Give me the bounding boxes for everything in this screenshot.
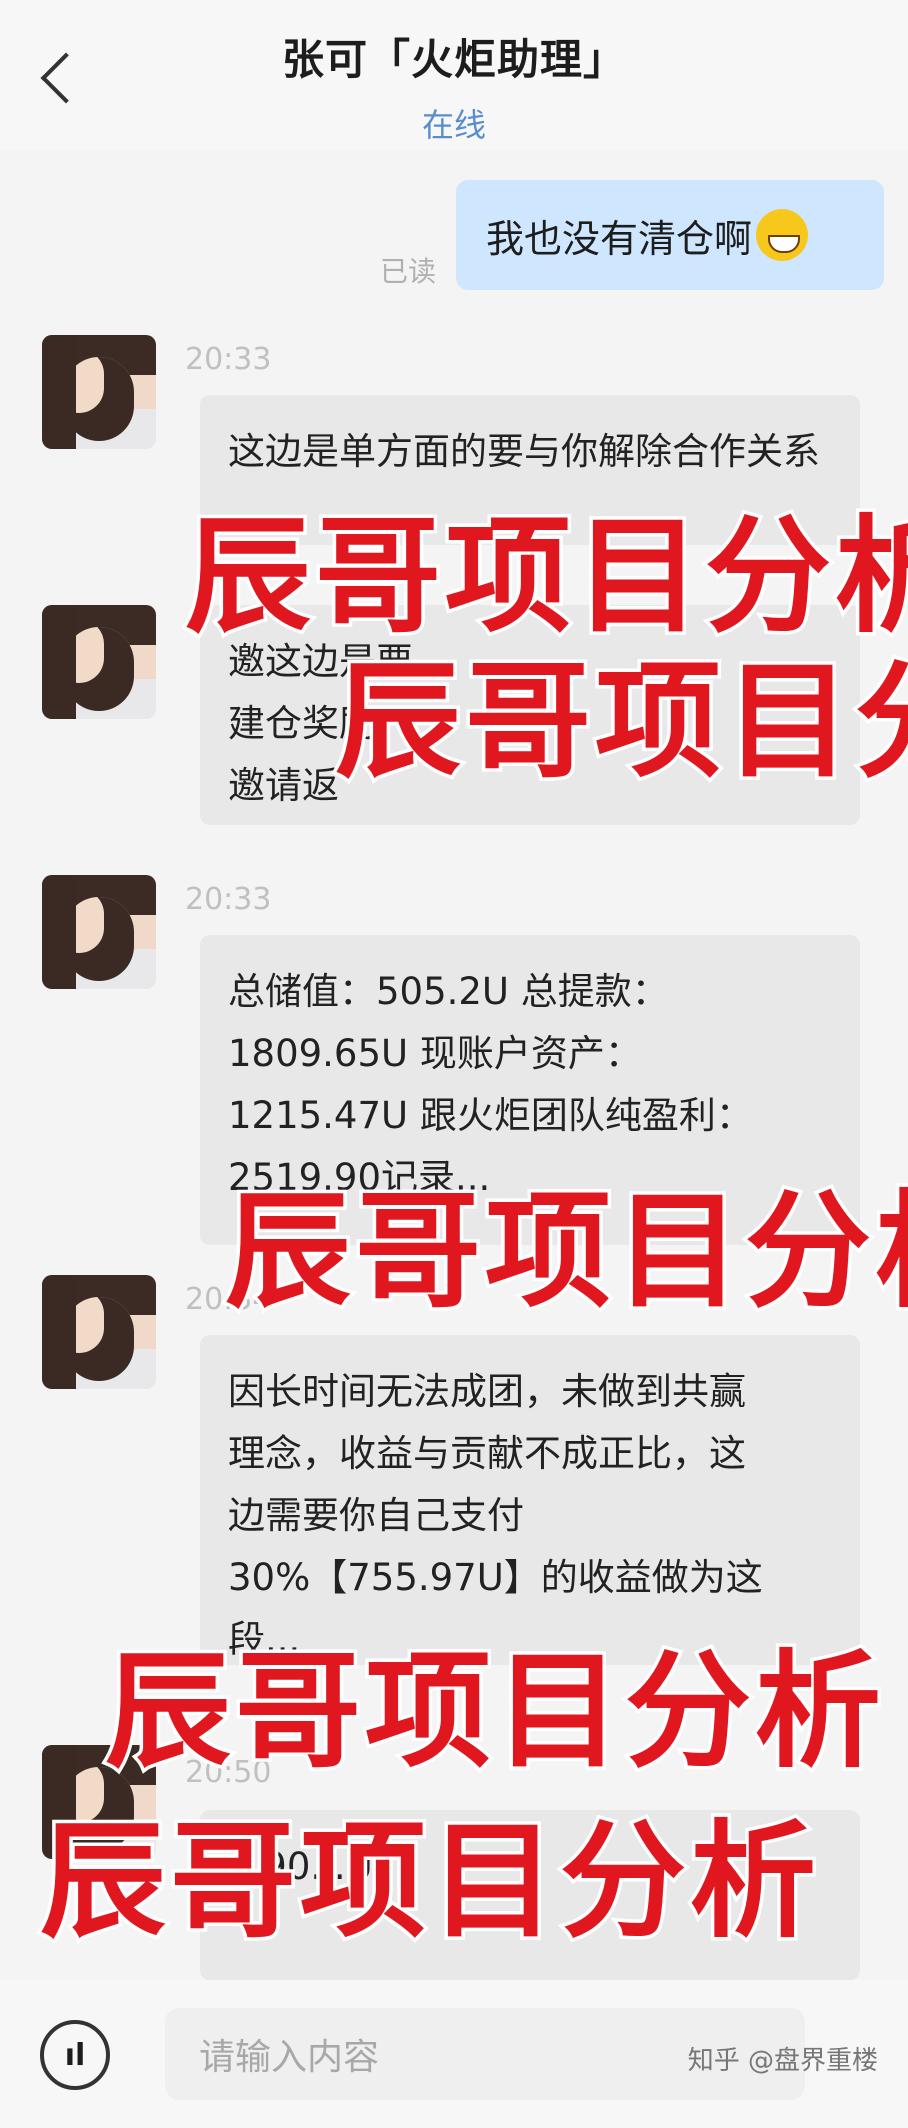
online-status: 在线 xyxy=(421,106,486,144)
watermark-overlay-text: 辰哥项目分析 xyxy=(37,1805,820,1959)
laughing-emoji-icon xyxy=(756,209,809,261)
message-time: 20:33 xyxy=(185,882,272,917)
source-watermark: 知乎 @盘界重楼 xyxy=(687,2046,878,2076)
message-list[interactable]: 已读 我也没有清仓啊 20:33 这边是单方面的要与你解除合作关系 邀这边是要 … xyxy=(0,150,908,1980)
watermark-overlay-text: 辰哥项目分析 xyxy=(222,1175,908,1329)
my-message-text: 我也没有清仓啊 xyxy=(486,216,753,261)
contact-avatar[interactable] xyxy=(42,875,156,989)
watermark-overlay-text: 辰哥项目分析 xyxy=(102,1635,885,1789)
chat-header: 张可「火炬助理」 在线 xyxy=(0,0,908,150)
contact-avatar[interactable] xyxy=(42,605,156,719)
watermark-overlay-text: 辰哥项目分析 xyxy=(332,645,908,799)
input-bar: ıl 请输入内容 知乎 @盘界重楼 xyxy=(0,1980,908,2128)
contact-avatar[interactable] xyxy=(42,1275,156,1389)
message-time: 20:33 xyxy=(185,342,272,377)
contact-name: 张可「火炬助理」 xyxy=(281,35,626,84)
message-text: 这边是单方面的要与你解除合作关系 xyxy=(228,430,820,473)
my-message-bubble[interactable]: 我也没有清仓啊 xyxy=(456,180,884,290)
read-receipt: 已读 xyxy=(380,255,437,288)
contact-avatar[interactable] xyxy=(42,335,156,449)
voice-input-icon[interactable]: ıl xyxy=(40,2020,110,2090)
